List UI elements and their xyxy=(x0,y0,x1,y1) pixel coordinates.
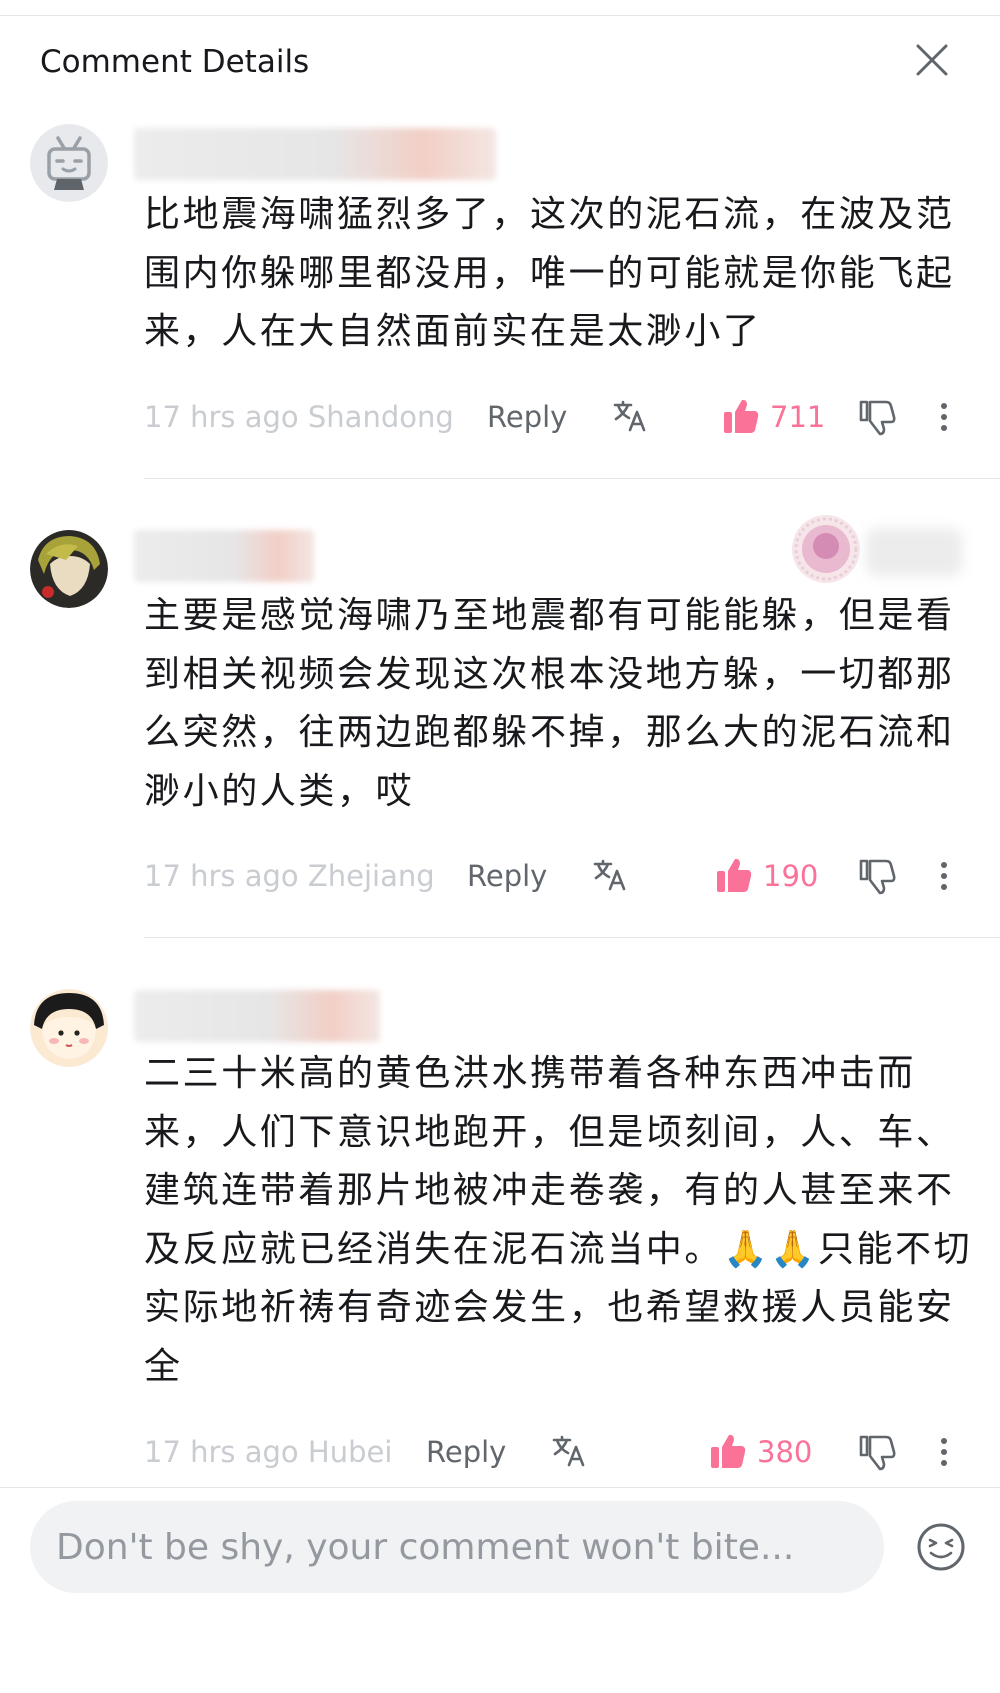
comment-text: 比地震海啸猛烈多了，这次的泥石流，在波及范围内你躲哪里都没用，唯一的可能就是你能… xyxy=(144,194,955,352)
top-divider xyxy=(0,15,1000,16)
page-title: Comment Details xyxy=(40,44,310,80)
like-count: 711 xyxy=(770,400,826,434)
decoration-badge xyxy=(790,513,862,585)
divider xyxy=(144,937,1000,938)
avatar[interactable] xyxy=(30,989,108,1067)
divider xyxy=(144,478,1000,479)
fan-label-redacted xyxy=(866,528,962,576)
close-button[interactable] xyxy=(912,40,952,80)
username-redacted xyxy=(134,128,496,180)
like-count: 190 xyxy=(763,859,819,893)
more-vertical-icon[interactable] xyxy=(934,1432,954,1472)
emoji-icon[interactable] xyxy=(915,1521,967,1573)
reply-button[interactable]: Reply xyxy=(467,859,547,893)
comment-actions: 17 hrs ago Shandong Reply 711 xyxy=(144,392,974,442)
comment-actions: 17 hrs ago Hubei Reply 380 xyxy=(144,1427,974,1477)
thumbs-down-icon[interactable] xyxy=(857,1432,897,1472)
comment-time-location: 17 hrs ago Shandong xyxy=(144,400,454,434)
header: Comment Details xyxy=(0,30,1000,92)
comment-composer xyxy=(0,1487,1000,1693)
avatar-tv-icon xyxy=(30,124,108,202)
comment-text: 主要是感觉海啸乃至地震都有可能能躲，但是看到相关视频会发现这次根本没地方躲，一切… xyxy=(144,595,955,812)
comment-input[interactable] xyxy=(30,1501,884,1593)
translate-icon[interactable] xyxy=(551,1433,587,1469)
avatar[interactable] xyxy=(30,124,108,202)
username-redacted xyxy=(134,530,314,582)
close-icon xyxy=(916,44,948,76)
thumbs-up-icon xyxy=(724,399,759,433)
more-vertical-icon[interactable] xyxy=(934,856,954,896)
thumbs-up-icon xyxy=(711,1434,746,1468)
thumbs-up-icon xyxy=(717,858,752,892)
reply-button[interactable]: Reply xyxy=(487,400,567,434)
thumbs-down-icon[interactable] xyxy=(857,397,897,437)
avatar-cartoon-icon xyxy=(30,989,108,1067)
avatar-anime-icon xyxy=(30,530,108,608)
comment-text: 二三十米高的黄色洪水携带着各种东西冲击而来，人们下意识地跑开，但是顷刻间，人、车… xyxy=(144,1053,973,1387)
translate-icon[interactable] xyxy=(612,398,648,434)
divider xyxy=(0,1487,1000,1488)
comment-time-location: 17 hrs ago Zhejiang xyxy=(144,859,435,893)
like-count: 380 xyxy=(757,1435,813,1469)
comment-time-location: 17 hrs ago Hubei xyxy=(144,1435,393,1469)
reply-button[interactable]: Reply xyxy=(426,1435,506,1469)
comment-actions: 17 hrs ago Zhejiang Reply 190 xyxy=(144,851,974,901)
username-redacted xyxy=(134,990,380,1042)
avatar[interactable] xyxy=(30,530,108,608)
thumbs-down-icon[interactable] xyxy=(857,856,897,896)
translate-icon[interactable] xyxy=(592,857,628,893)
more-vertical-icon[interactable] xyxy=(934,397,954,437)
